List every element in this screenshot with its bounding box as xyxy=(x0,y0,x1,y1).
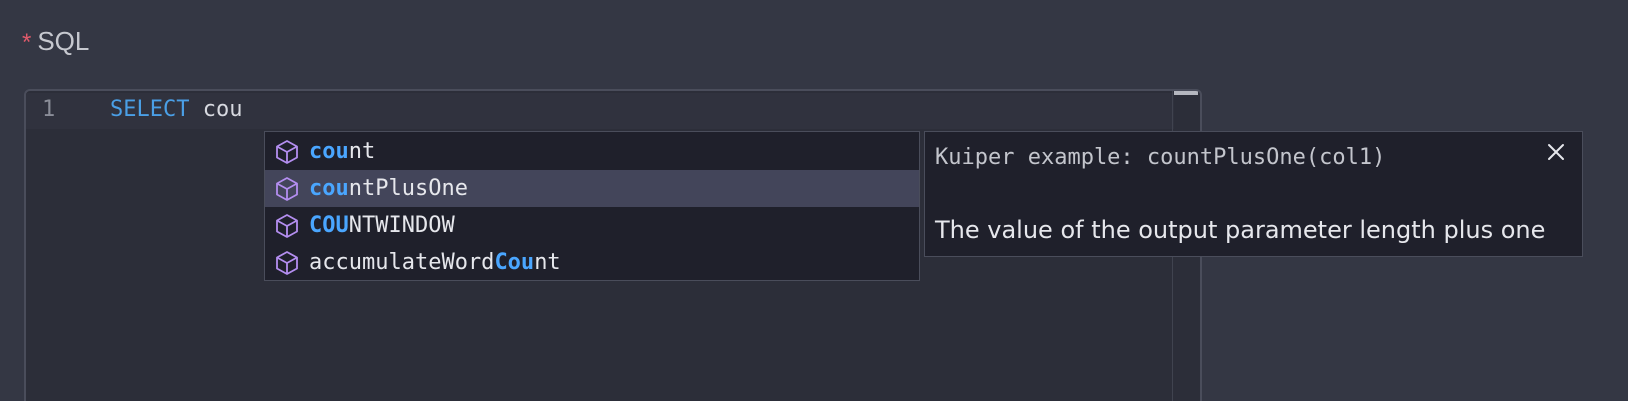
code-line[interactable]: SELECT cou xyxy=(110,97,242,123)
scrollbar-thumb[interactable] xyxy=(1174,91,1198,95)
close-icon[interactable] xyxy=(1544,140,1568,164)
suggestion-details-panel: Kuiper example: countPlusOne(col1) The v… xyxy=(924,131,1583,257)
cube-icon xyxy=(276,139,298,164)
suggestion-label: countPlusOne xyxy=(309,175,468,201)
field-label-text: SQL xyxy=(37,26,90,56)
suggestion-item-count[interactable]: count xyxy=(265,133,919,170)
suggestion-label: accumulateWordCount xyxy=(309,249,561,275)
suggestion-label: COUNTWINDOW xyxy=(309,212,455,238)
cube-icon xyxy=(276,213,298,238)
cube-icon xyxy=(276,250,298,275)
details-description: The value of the output parameter length… xyxy=(935,216,1546,244)
cube-icon xyxy=(276,176,298,201)
suggestion-item-accumulatewordcount[interactable]: accumulateWordCount xyxy=(265,244,919,281)
suggestion-item-countplusone[interactable]: countPlusOne xyxy=(265,170,919,207)
sql-keyword: SELECT xyxy=(110,97,190,122)
suggestion-item-countwindow[interactable]: COUNTWINDOW xyxy=(265,207,919,244)
autocomplete-suggestions: count countPlusOne COUNTWINDOW accumulat… xyxy=(264,131,920,281)
sql-editor-page: * SQL 1 SELECT cou count countPlusOne CO… xyxy=(0,0,1628,401)
line-number: 1 xyxy=(42,97,56,122)
sql-field-label: * SQL xyxy=(22,26,89,56)
details-signature: Kuiper example: countPlusOne(col1) xyxy=(935,145,1386,170)
required-marker: * xyxy=(22,29,32,56)
suggestion-label: count xyxy=(309,138,376,164)
typed-text: cou xyxy=(202,97,243,122)
